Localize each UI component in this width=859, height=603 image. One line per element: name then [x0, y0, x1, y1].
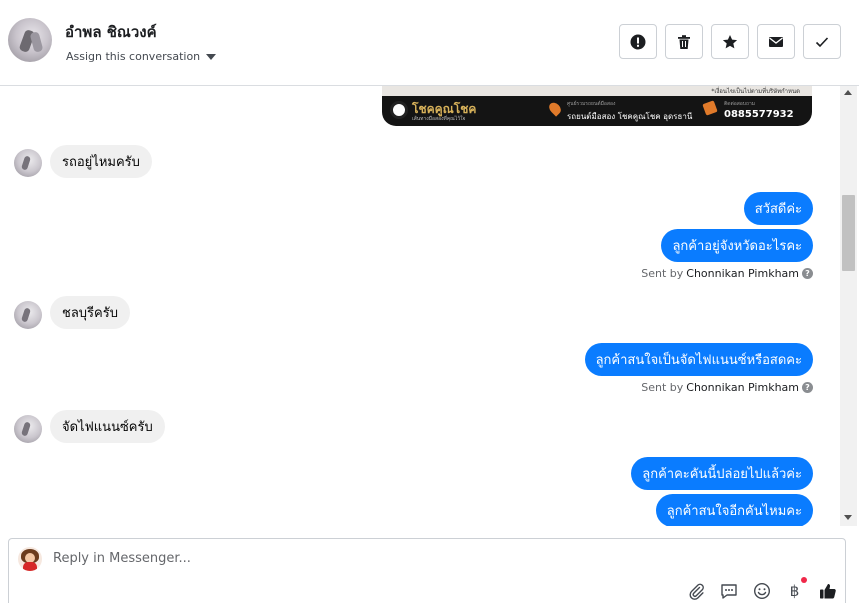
trash-icon [678, 34, 690, 49]
notification-dot [801, 577, 807, 583]
attach-button[interactable] [686, 581, 705, 600]
envelope-icon [769, 36, 783, 47]
sent-by-name: Chonnikan Pimkham [686, 267, 799, 280]
composer-tools: ฿ [686, 577, 837, 600]
star-button[interactable] [711, 24, 749, 59]
check-icon [815, 36, 829, 47]
help-icon[interactable]: ? [802, 382, 813, 393]
mark-spam-button[interactable] [619, 24, 657, 59]
paperclip-icon [688, 583, 704, 600]
conversation-header: อำพล ชิณวงค์ Assign this conversation [0, 0, 859, 86]
emoji-button[interactable] [752, 581, 771, 600]
exclamation-circle-icon [630, 34, 646, 49]
brand-logo-icon [390, 101, 408, 119]
scroll-up-arrow-icon[interactable] [844, 90, 852, 95]
mark-done-button[interactable] [803, 24, 841, 59]
sent-by-label: Sent by Chonnikan Pimkham ? [641, 381, 813, 394]
sent-by-name: Chonnikan Pimkham [686, 381, 799, 394]
outgoing-message[interactable]: สวัสดีค่ะ [743, 192, 813, 225]
saved-reply-icon [720, 583, 737, 599]
assign-label: Assign this conversation [66, 50, 201, 63]
location-pin-icon [546, 100, 564, 117]
emoji-icon [753, 582, 770, 599]
header-actions [619, 24, 841, 59]
outgoing-message[interactable]: ลูกค้าคะคันนี้ปล่อยไปแล้วค่ะ [631, 457, 813, 490]
shared-image-banner[interactable]: *เงื่อนไขเป็นไปตามที่บริษัทกำหนด โชคคูณโ… [382, 86, 812, 126]
star-icon [722, 34, 738, 48]
incoming-message[interactable]: จัดไฟแนนซ์ครับ [50, 410, 165, 443]
page-avatar [18, 547, 42, 571]
sender-avatar[interactable] [14, 301, 42, 329]
caret-down-icon [206, 53, 217, 60]
scroll-down-arrow-icon[interactable] [844, 515, 852, 520]
reply-composer: ฿ [8, 538, 846, 603]
reply-input[interactable] [53, 551, 653, 566]
banner-address: รถยนต์มือสอง โชคคูณโชค อุดรธานี [567, 112, 693, 121]
banner-notice: *เงื่อนไขเป็นไปตามที่บริษัทกำหนด [711, 88, 800, 95]
banner-address-label: ศูนย์รวมรถยนต์มือสอง [567, 101, 616, 107]
banner-phone-label: ติดต่อสอบถาม [724, 101, 756, 107]
send-like-button[interactable] [818, 581, 837, 600]
outgoing-message[interactable]: ลูกค้าอยู่จังหวัดอะไรคะ [661, 229, 813, 262]
phone-icon [702, 100, 718, 116]
baht-payment-icon: ฿ [789, 581, 800, 600]
incoming-message[interactable]: ชลบุรีครับ [50, 296, 130, 329]
thumbs-up-icon [819, 583, 836, 598]
message-thread[interactable]: *เงื่อนไขเป็นไปตามที่บริษัทกำหนด โชคคูณโ… [0, 86, 839, 526]
assign-conversation-dropdown[interactable]: Assign this conversation [66, 50, 217, 63]
sent-by-label: Sent by Chonnikan Pimkham ? [641, 267, 813, 280]
outgoing-message[interactable]: ลูกค้าสนใจเป็นจัดไฟแนนซ์หรือสดคะ [584, 343, 813, 376]
scrollbar-thumb[interactable] [842, 195, 855, 271]
sent-by-prefix: Sent by [641, 267, 684, 280]
contact-name[interactable]: อำพล ชิณวงค์ [65, 20, 157, 44]
delete-button[interactable] [665, 24, 703, 59]
sent-by-prefix: Sent by [641, 381, 684, 394]
outgoing-message[interactable]: ลูกค้าสนใจอีกคันไหมคะ [655, 494, 813, 526]
sender-avatar[interactable] [14, 415, 42, 443]
thread-scrollbar[interactable] [840, 86, 857, 526]
saved-replies-button[interactable] [719, 581, 738, 600]
banner-phone: 0885577932 [724, 109, 794, 120]
mark-unread-button[interactable] [757, 24, 795, 59]
incoming-message[interactable]: รถอยู่ไหมครับ [50, 145, 152, 178]
banner-brand-sub: เส้นทางมือสองที่คุณไว้ใจ [412, 116, 466, 122]
contact-avatar[interactable] [8, 18, 52, 62]
payment-button[interactable]: ฿ [785, 577, 807, 600]
help-icon[interactable]: ? [802, 268, 813, 279]
sender-avatar[interactable] [14, 149, 42, 177]
